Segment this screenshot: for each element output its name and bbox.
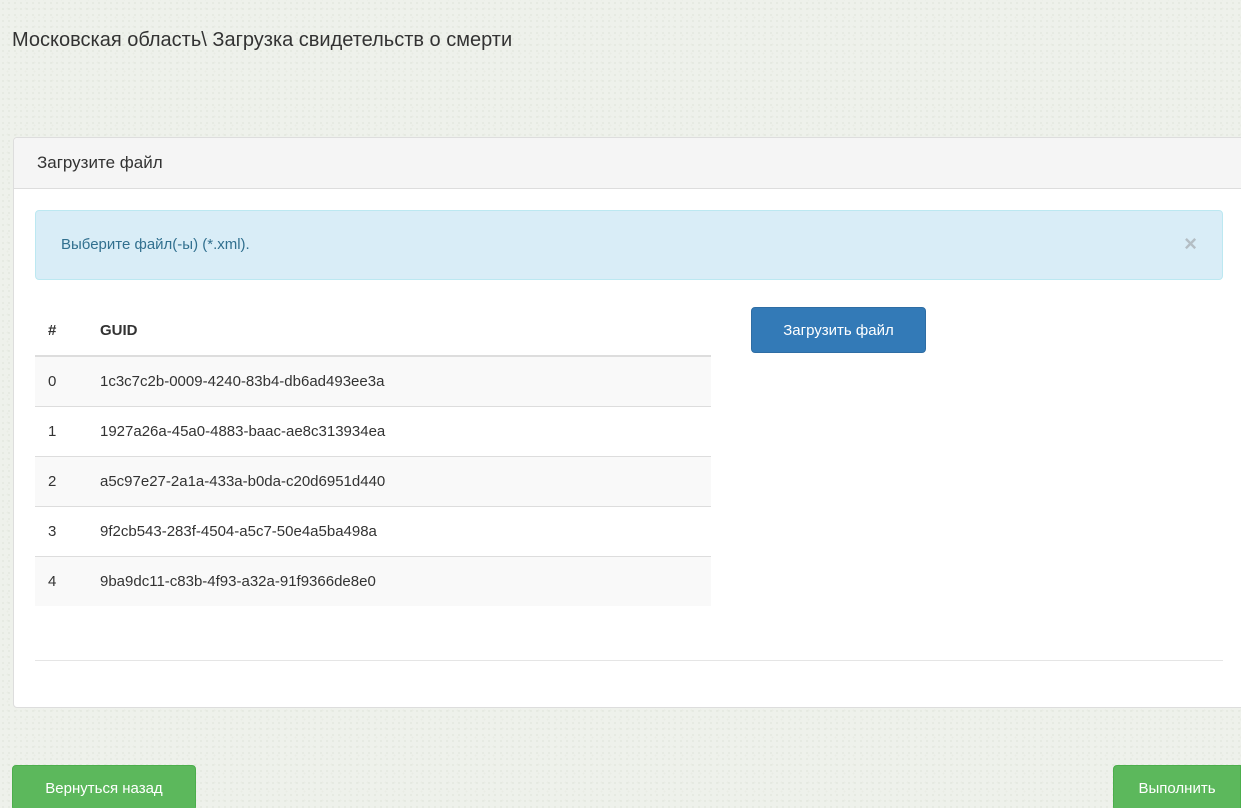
table-row: 0 1c3c7c2b-0009-4240-83b4-db6ad493ee3a	[35, 356, 711, 406]
alert-text: Выберите файл(-ы) (*.xml).	[61, 236, 250, 253]
column-header-index: #	[35, 306, 100, 357]
guid-table: # GUID 0 1c3c7c2b-0009-4240-83b4-db6ad49…	[35, 306, 711, 606]
row-guid: 9ba9dc11-c83b-4f93-a32a-91f9366de8e0	[100, 555, 711, 606]
row-guid: 1c3c7c2b-0009-4240-83b4-db6ad493ee3a	[100, 356, 711, 406]
panel-heading: Загрузите файл	[14, 138, 1241, 189]
table-header-row: # GUID	[35, 306, 711, 357]
table-row: 3 9f2cb543-283f-4504-a5c7-50e4a5ba498a	[35, 505, 711, 556]
row-guid: a5c97e27-2a1a-433a-b0da-c20d6951d440	[100, 455, 711, 506]
row-index: 0	[35, 356, 100, 406]
table-row: 1 1927a26a-45a0-4883-baac-ae8c313934ea	[35, 405, 711, 456]
upload-panel: Загрузите файл Выберите файл(-ы) (*.xml)…	[13, 137, 1241, 708]
row-index: 3	[35, 505, 100, 556]
column-header-guid: GUID	[100, 306, 711, 357]
back-button[interactable]: Вернуться назад	[12, 765, 196, 808]
table-row: 2 a5c97e27-2a1a-433a-b0da-c20d6951d440	[35, 455, 711, 506]
row-index: 2	[35, 455, 100, 506]
run-button[interactable]: Выполнить	[1113, 765, 1241, 808]
row-guid: 1927a26a-45a0-4883-baac-ae8c313934ea	[100, 405, 711, 456]
divider	[35, 660, 1223, 661]
page-title: Московская область\ Загрузка свидетельст…	[12, 29, 513, 51]
close-icon[interactable]: ×	[1184, 233, 1197, 255]
table-row: 4 9ba9dc11-c83b-4f93-a32a-91f9366de8e0	[35, 555, 711, 606]
row-guid: 9f2cb543-283f-4504-a5c7-50e4a5ba498a	[100, 505, 711, 556]
upload-file-button[interactable]: Загрузить файл	[751, 307, 926, 353]
row-index: 4	[35, 555, 100, 606]
row-index: 1	[35, 405, 100, 456]
info-alert: Выберите файл(-ы) (*.xml). ×	[35, 210, 1223, 280]
